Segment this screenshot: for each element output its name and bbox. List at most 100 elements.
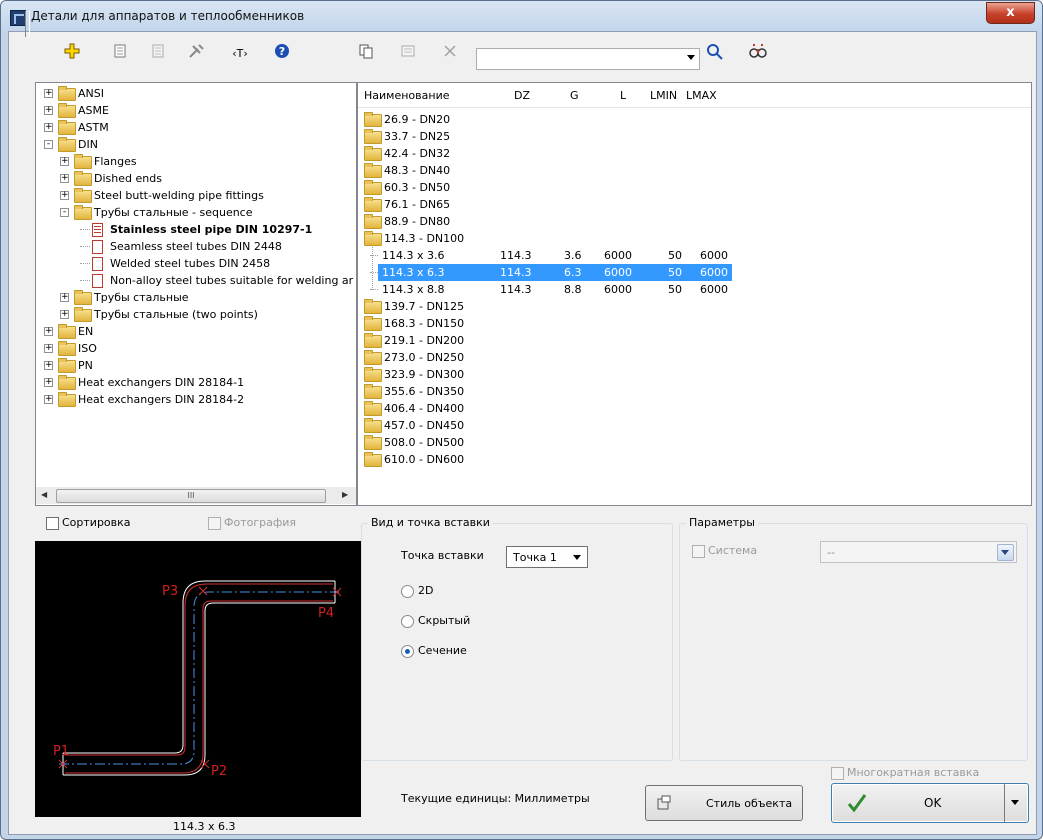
tree-item[interactable]: Non-alloy steel tubes suitable for weldi… [36, 272, 356, 289]
tree-item[interactable]: + PN [36, 357, 356, 374]
folder-icon [364, 367, 382, 382]
folder-icon [364, 350, 382, 365]
insert-point-value: Точка 1 [513, 551, 557, 564]
expand-icon[interactable]: + [44, 106, 53, 115]
folder-open-icon [74, 205, 92, 220]
tree-item[interactable]: + Flanges [36, 153, 356, 170]
list-row[interactable]: 76.1 - DN65 [362, 196, 722, 213]
tree-item-label: Stainless steel pipe DIN 10297-1 [110, 223, 313, 236]
help-icon[interactable]: ? [271, 43, 293, 65]
list-row[interactable]: 114.3 x 3.6 114.3 3.6 6000 50 6000 [370, 247, 732, 264]
expand-icon[interactable]: + [44, 344, 53, 353]
expand-icon[interactable]: + [60, 191, 69, 200]
list-row[interactable]: 139.7 - DN125 [362, 298, 722, 315]
tree-item[interactable]: + ISO [36, 340, 356, 357]
list-row[interactable]: 219.1 - DN200 [362, 332, 722, 349]
binoculars-icon[interactable] [747, 43, 769, 65]
list-row[interactable]: 42.4 - DN32 [362, 145, 722, 162]
list-row[interactable]: 114.3 x 8.8 114.3 8.8 6000 50 6000 [370, 281, 732, 298]
expand-icon[interactable]: + [44, 361, 53, 370]
column-header-g[interactable]: G [570, 89, 579, 102]
tree-item[interactable]: + Heat exchangers DIN 28184-2 [36, 391, 356, 408]
expand-icon[interactable]: + [60, 174, 69, 183]
column-header-lmin[interactable]: LMIN [650, 89, 677, 102]
collapse-icon[interactable]: - [60, 208, 69, 217]
search-input[interactable] [476, 48, 700, 70]
category-tree[interactable]: + ANSI + ASME + ASTM - DIN + Flanges + Dished ends +… [35, 82, 357, 506]
list-cell-dz: 114.3 [500, 283, 532, 296]
tree-horizontal-scrollbar[interactable]: ◀ III ▶ [36, 487, 356, 504]
checkmark-icon [846, 792, 868, 817]
list-row[interactable]: 323.9 - DN300 [362, 366, 722, 383]
tree-item[interactable]: - DIN [36, 136, 356, 153]
tree-item-label: Heat exchangers DIN 28184-2 [78, 393, 245, 406]
list-row[interactable]: 355.6 - DN350 [362, 383, 722, 400]
tree-item[interactable]: + Steel butt-welding pipe fittings [36, 187, 356, 204]
radio-section[interactable] [401, 645, 414, 658]
properties-icon[interactable] [109, 43, 131, 65]
column-header-l[interactable]: L [620, 89, 626, 102]
list-row[interactable]: 457.0 - DN450 [362, 417, 722, 434]
expand-icon[interactable]: + [60, 157, 69, 166]
chevron-down-icon[interactable] [687, 55, 695, 60]
list-row[interactable]: 60.3 - DN50 [362, 179, 722, 196]
tree-item[interactable]: Welded steel tubes DIN 2458 [36, 255, 356, 272]
expand-icon[interactable]: + [44, 395, 53, 404]
add-icon[interactable] [61, 43, 83, 65]
list-row[interactable]: 610.0 - DN600 [362, 451, 722, 468]
expand-icon[interactable]: + [44, 378, 53, 387]
list-row[interactable]: 26.9 - DN20 [362, 111, 722, 128]
text-icon[interactable]: ‹T› [229, 43, 251, 65]
expand-icon[interactable]: + [60, 293, 69, 302]
list-row[interactable]: 48.3 - DN40 [362, 162, 722, 179]
column-header-dz[interactable]: DZ [514, 89, 530, 102]
close-button[interactable]: x [986, 2, 1035, 24]
list-row[interactable]: 168.3 - DN150 [362, 315, 722, 332]
parts-list[interactable]: Наименование DZ G L LMIN LMAX 26.9 - DN2… [357, 82, 1032, 506]
sort-checkbox[interactable] [46, 517, 59, 530]
tree-item[interactable]: + Heat exchangers DIN 28184-1 [36, 374, 356, 391]
list-row[interactable]: 406.4 - DN400 [362, 400, 722, 417]
style-icon [656, 795, 672, 814]
scroll-left-icon[interactable]: ◀ [41, 490, 47, 499]
radio-hidden[interactable] [401, 615, 414, 628]
tree-item[interactable]: Stainless steel pipe DIN 10297-1 [36, 221, 356, 238]
tree-item[interactable]: + ANSI [36, 85, 356, 102]
tree-item[interactable]: - Трубы стальные - sequence [36, 204, 356, 221]
title-bar[interactable]: Детали для аппаратов и теплообменников x [1, 1, 1042, 31]
tools-icon[interactable] [185, 43, 207, 65]
expand-icon[interactable]: + [44, 123, 53, 132]
ok-button[interactable]: OK [831, 783, 1029, 823]
tree-item[interactable]: + Трубы стальные [36, 289, 356, 306]
ok-dropdown-arrow[interactable] [1011, 800, 1019, 805]
expand-icon[interactable]: + [60, 310, 69, 319]
search-icon[interactable] [704, 43, 726, 65]
column-header-lmax[interactable]: LMAX [686, 89, 717, 102]
list-row[interactable]: 508.0 - DN500 [362, 434, 722, 451]
column-header-name[interactable]: Наименование [364, 89, 449, 102]
list-row[interactable]: 114.3 x 6.3 114.3 6.3 6000 50 6000 [370, 264, 732, 281]
object-style-button[interactable]: Стиль объекта [645, 785, 803, 821]
tree-item[interactable]: + EN [36, 323, 356, 340]
expand-icon[interactable]: + [44, 327, 53, 336]
list-cell-lmax: 6000 [700, 283, 728, 296]
tree-item[interactable]: + Трубы стальные (two points) [36, 306, 356, 323]
copy-icon[interactable] [355, 43, 377, 65]
list-row[interactable]: 273.0 - DN250 [362, 349, 722, 366]
tree-item[interactable]: Seamless steel tubes DIN 2448 [36, 238, 356, 255]
insert-point-select[interactable]: Точка 1 [506, 546, 588, 568]
list-row[interactable]: 114.3 - DN100 [362, 230, 722, 247]
collapse-icon[interactable]: - [44, 140, 53, 149]
list-row[interactable]: 33.7 - DN25 [362, 128, 722, 145]
toolbar-grip[interactable] [25, 11, 30, 37]
preview-canvas: P3 P4 P1 P2 [35, 541, 361, 817]
tree-item-label: PN [78, 359, 93, 372]
scroll-right-icon[interactable]: ▶ [342, 490, 348, 499]
list-row[interactable]: 88.9 - DN80 [362, 213, 722, 230]
tree-item[interactable]: + Dished ends [36, 170, 356, 187]
tree-item[interactable]: + ASTM [36, 119, 356, 136]
expand-icon[interactable]: + [44, 89, 53, 98]
scroll-thumb[interactable]: III [56, 489, 326, 503]
radio-2d[interactable] [401, 585, 414, 598]
tree-item[interactable]: + ASME [36, 102, 356, 119]
